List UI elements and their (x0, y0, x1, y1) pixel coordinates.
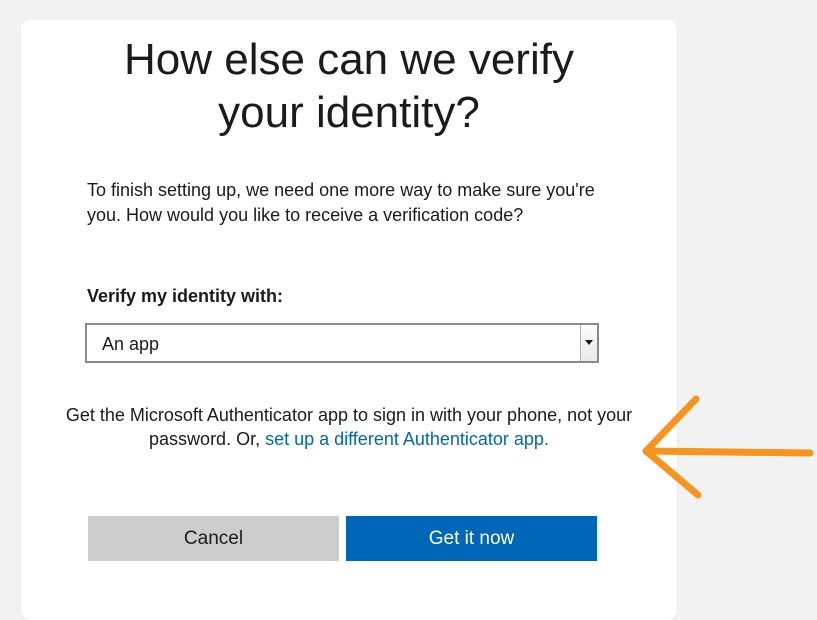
dropdown-arrow-button[interactable] (580, 325, 597, 361)
title-line-1: How else can we verify (124, 35, 574, 84)
verification-dialog: How else can we verify your identity? To… (21, 20, 677, 620)
verify-method-select[interactable]: An app (85, 323, 599, 363)
cancel-button[interactable]: Cancel (88, 516, 339, 561)
get-it-now-button[interactable]: Get it now (346, 516, 597, 561)
left-arrow-icon (642, 395, 814, 499)
authenticator-note: Get the Microsoft Authenticator app to s… (65, 403, 633, 451)
verify-method-label: Verify my identity with: (87, 286, 284, 306)
setup-different-authenticator-link[interactable]: set up a different Authenticator app. (265, 429, 549, 449)
page-title: How else can we verify your identity? (21, 33, 677, 139)
chevron-down-icon (585, 340, 593, 345)
intro-text: To finish setting up, we need one more w… (87, 180, 595, 225)
title-line-2: your identity? (218, 88, 480, 137)
verify-method-selected-value: An app (102, 334, 160, 354)
